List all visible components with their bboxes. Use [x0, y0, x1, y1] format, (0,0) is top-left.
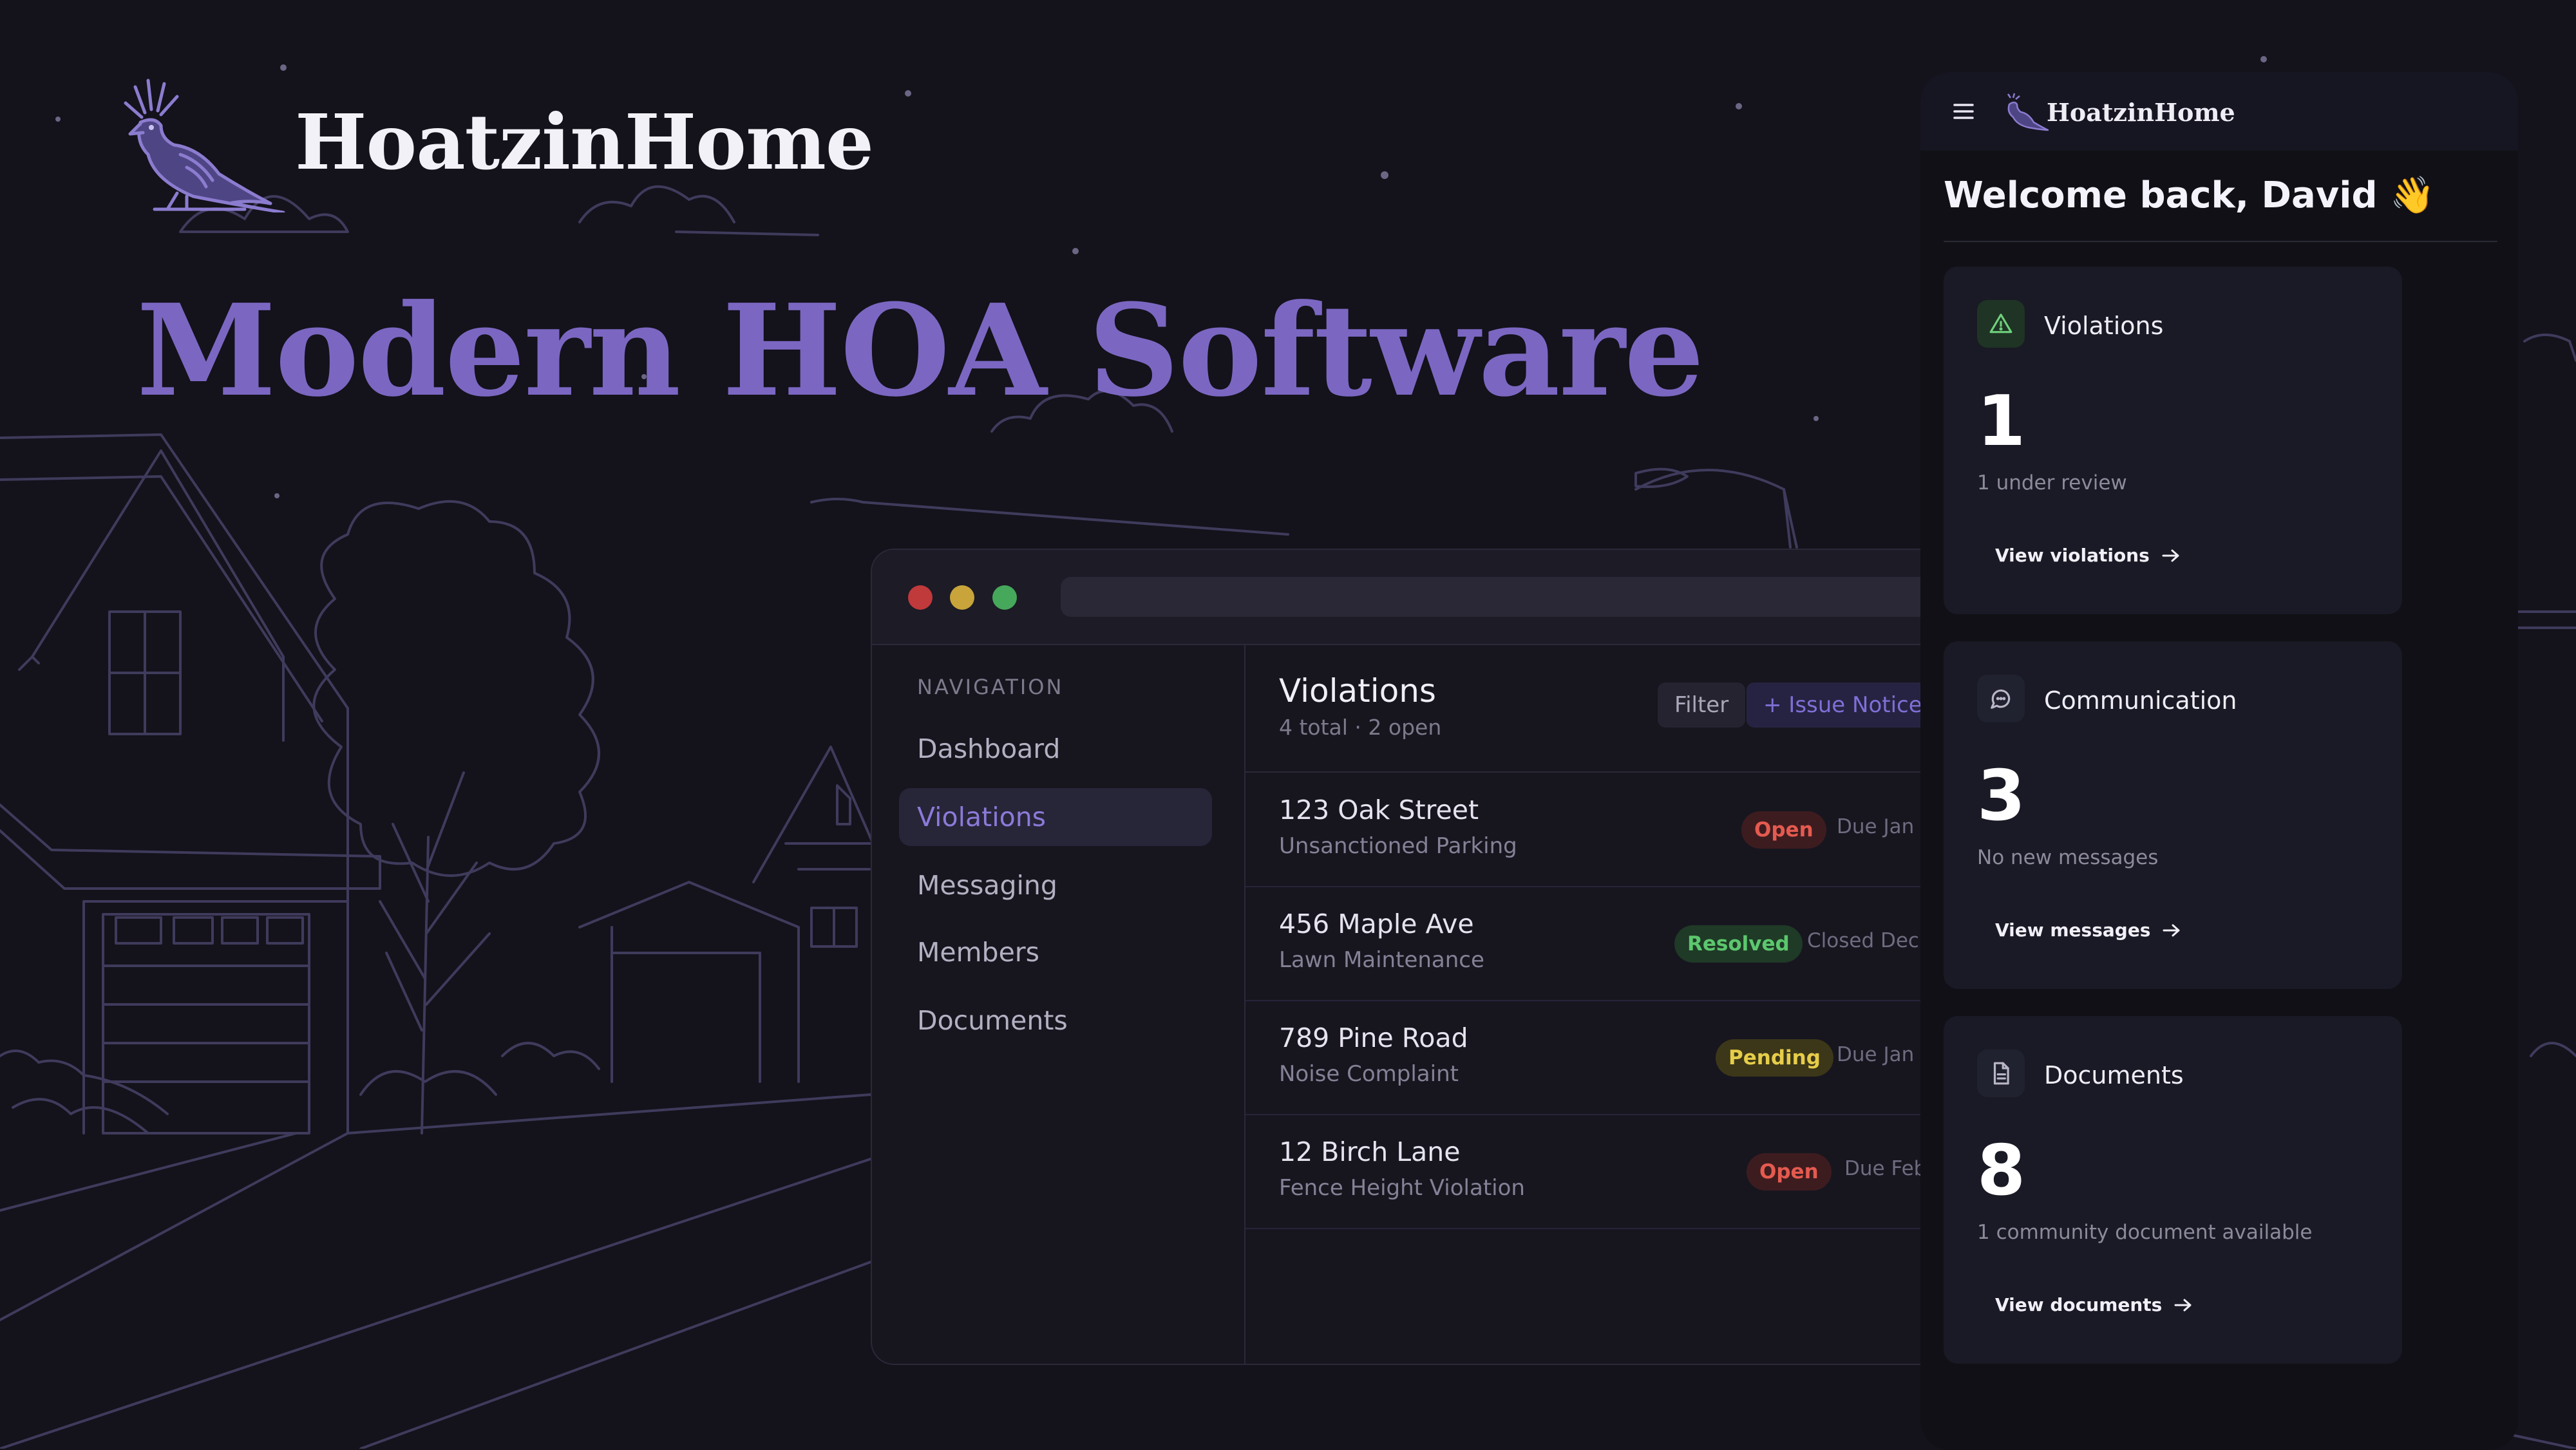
table-row[interactable]: 789 Pine Road Noise Complaint Pending Du… — [1245, 1001, 1954, 1115]
view-messages-link[interactable]: View messages — [1995, 919, 2181, 941]
divider — [1944, 241, 2497, 242]
communication-card[interactable]: Communication 3 No new messages View mes… — [1944, 641, 2402, 989]
row-address: 12 Birch Lane — [1279, 1136, 1461, 1167]
row-violation-type: Unsanctioned Parking — [1279, 833, 1517, 859]
sidebar-item-dashboard[interactable]: Dashboard — [899, 720, 1212, 778]
arrow-right-icon — [2174, 1299, 2192, 1311]
address-bar[interactable] — [1061, 577, 1954, 617]
row-address: 123 Oak Street — [1279, 795, 1479, 825]
chat-bubble-icon — [1977, 675, 2025, 722]
violations-panel: Violations 4 total · 2 open Filter + Iss… — [1245, 645, 1954, 1364]
hoatzin-bird-logo — [2007, 93, 2049, 131]
row-due-date: Closed Dec 1 — [1807, 929, 1938, 952]
card-link-label: View violations — [1995, 545, 2150, 566]
desktop-app-window: NAVIGATION Dashboard Violations Messagin… — [871, 549, 1954, 1365]
status-badge: Resolved — [1674, 925, 1803, 963]
hamburger-menu-icon[interactable] — [1953, 100, 1975, 122]
close-window-dot[interactable] — [908, 585, 933, 610]
warning-triangle-icon — [1977, 300, 2025, 348]
sidebar-item-violations[interactable]: Violations — [899, 788, 1212, 846]
row-address: 456 Maple Ave — [1279, 909, 1474, 939]
document-icon — [1977, 1050, 2025, 1097]
issue-notice-button[interactable]: + Issue Notice — [1747, 683, 1939, 728]
card-link-label: View messages — [1995, 919, 2151, 941]
maximize-window-dot[interactable] — [992, 585, 1017, 610]
view-documents-link[interactable]: View documents — [1995, 1294, 2193, 1315]
arrow-right-icon — [2162, 549, 2179, 561]
card-title: Communication — [2044, 686, 2237, 715]
card-subtitle: No new messages — [1977, 846, 2159, 869]
row-violation-type: Fence Height Violation — [1279, 1175, 1525, 1201]
row-address: 789 Pine Road — [1279, 1022, 1468, 1053]
card-count: 8 — [1977, 1131, 2026, 1211]
table-row[interactable]: 456 Maple Ave Lawn Maintenance Resolved … — [1245, 887, 1954, 1001]
nav-heading: NAVIGATION — [917, 675, 1064, 699]
row-due-date: Due Jan 1 — [1837, 815, 1933, 838]
violations-summary: 4 total · 2 open — [1279, 715, 1442, 740]
sidebar-item-members[interactable]: Members — [899, 923, 1212, 981]
headline: Modern HOA Software — [137, 277, 1704, 425]
status-badge: Open — [1747, 1153, 1832, 1191]
brand: HoatzinHome — [116, 77, 874, 212]
status-badge: Open — [1741, 811, 1826, 849]
hoatzin-bird-logo — [124, 79, 285, 212]
filter-button[interactable]: Filter — [1658, 683, 1746, 728]
mobile-top-bar: HoatzinHome — [1920, 72, 2518, 151]
card-title: Violations — [2044, 312, 2164, 340]
card-subtitle: 1 community document available — [1977, 1221, 2313, 1244]
violations-card[interactable]: Violations 1 1 under review View violati… — [1944, 267, 2402, 614]
window-titlebar — [872, 550, 1954, 645]
card-link-label: View documents — [1995, 1294, 2163, 1315]
sidebar-item-messaging[interactable]: Messaging — [899, 856, 1212, 914]
row-due-date: Due Jan 2 — [1837, 1043, 1933, 1066]
view-violations-link[interactable]: View violations — [1995, 545, 2181, 566]
app-sidebar: NAVIGATION Dashboard Violations Messagin… — [872, 645, 1245, 1364]
violations-header: Violations 4 total · 2 open Filter + Iss… — [1245, 645, 1954, 773]
row-due-date: Due Feb — [1844, 1157, 1927, 1180]
card-subtitle: 1 under review — [1977, 471, 2127, 494]
minimize-window-dot[interactable] — [950, 585, 974, 610]
mobile-brand-name: HoatzinHome — [2047, 98, 2235, 127]
page-title: Violations — [1279, 672, 1436, 710]
row-violation-type: Lawn Maintenance — [1279, 947, 1484, 973]
sidebar-item-documents[interactable]: Documents — [899, 992, 1212, 1050]
card-count: 1 — [1977, 381, 2026, 462]
row-violation-type: Noise Complaint — [1279, 1061, 1459, 1087]
table-row[interactable]: 123 Oak Street Unsanctioned Parking Open… — [1245, 773, 1954, 887]
arrow-right-icon — [2163, 924, 2180, 936]
mobile-app-panel: HoatzinHome Welcome back, David 👋 Violat… — [1920, 72, 2518, 1450]
brand-name: HoatzinHome — [295, 97, 874, 187]
card-title: Documents — [2044, 1061, 2184, 1089]
table-row[interactable]: 12 Birch Lane Fence Height Violation Ope… — [1245, 1115, 1954, 1229]
documents-card[interactable]: Documents 8 1 community document availab… — [1944, 1016, 2402, 1364]
welcome-message: Welcome back, David 👋 — [1944, 174, 2435, 216]
status-badge: Pending — [1716, 1039, 1833, 1077]
card-count: 3 — [1977, 756, 2026, 836]
